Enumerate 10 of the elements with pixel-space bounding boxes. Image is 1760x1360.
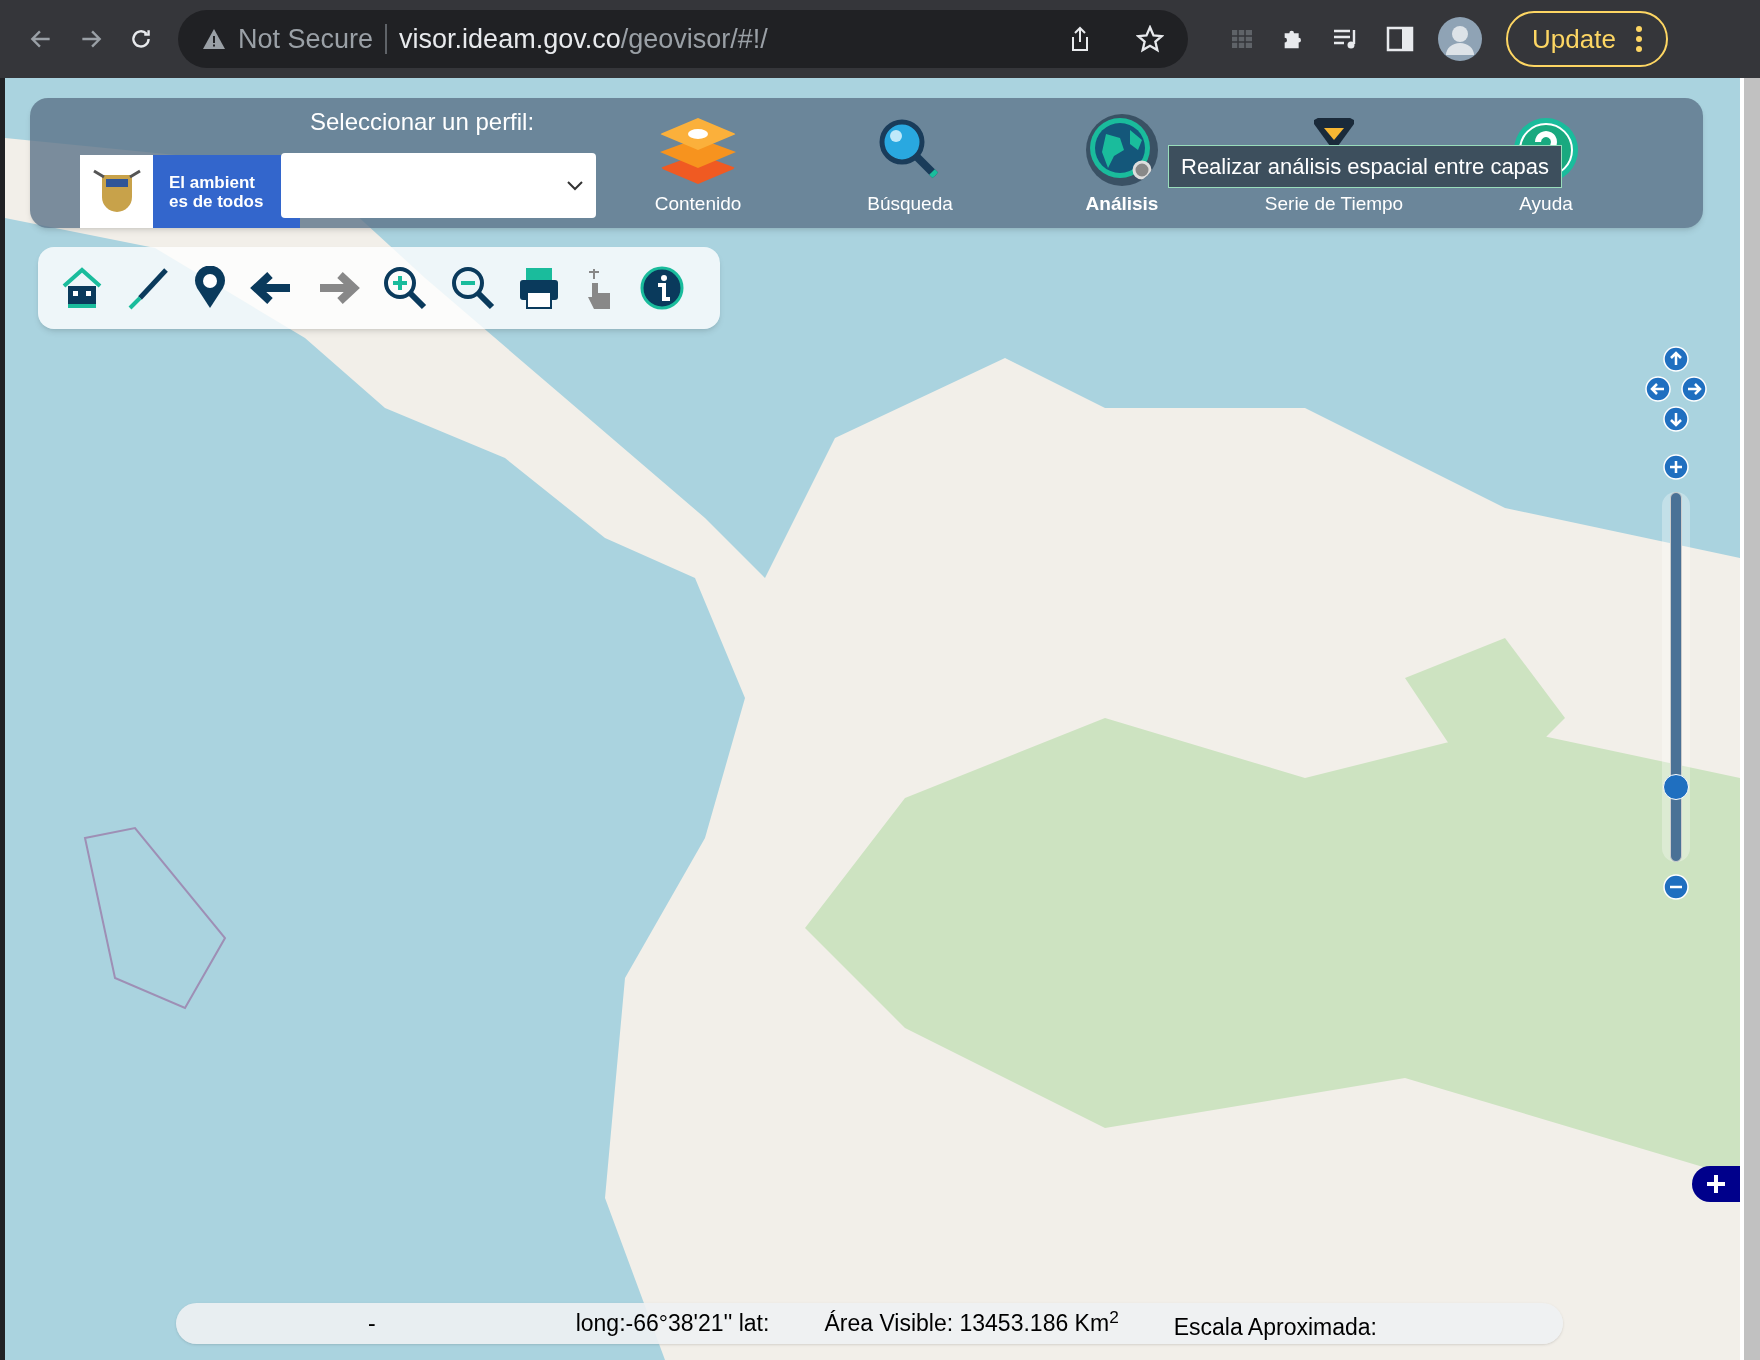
tooltip: Realizar análisis espacial entre capas [1168,145,1563,188]
url-text: visor.ideam.gov.co/geovisor/#!/ [399,22,768,56]
visible-area-text: Área Visible: 13453.186 Km$^{2}$ [824,1306,1119,1339]
security-label: Not Secure [238,22,374,56]
scale-text: Escala Aproximada: [1173,1313,1377,1343]
logo-text: es de todos [169,191,264,211]
profile-label: Seleccionar un perfil: [310,107,535,137]
logo-text: El ambient [169,172,256,192]
coordinates-text: long:-66°38'21'' lat: [575,1309,770,1339]
status-field: - [368,1306,376,1341]
